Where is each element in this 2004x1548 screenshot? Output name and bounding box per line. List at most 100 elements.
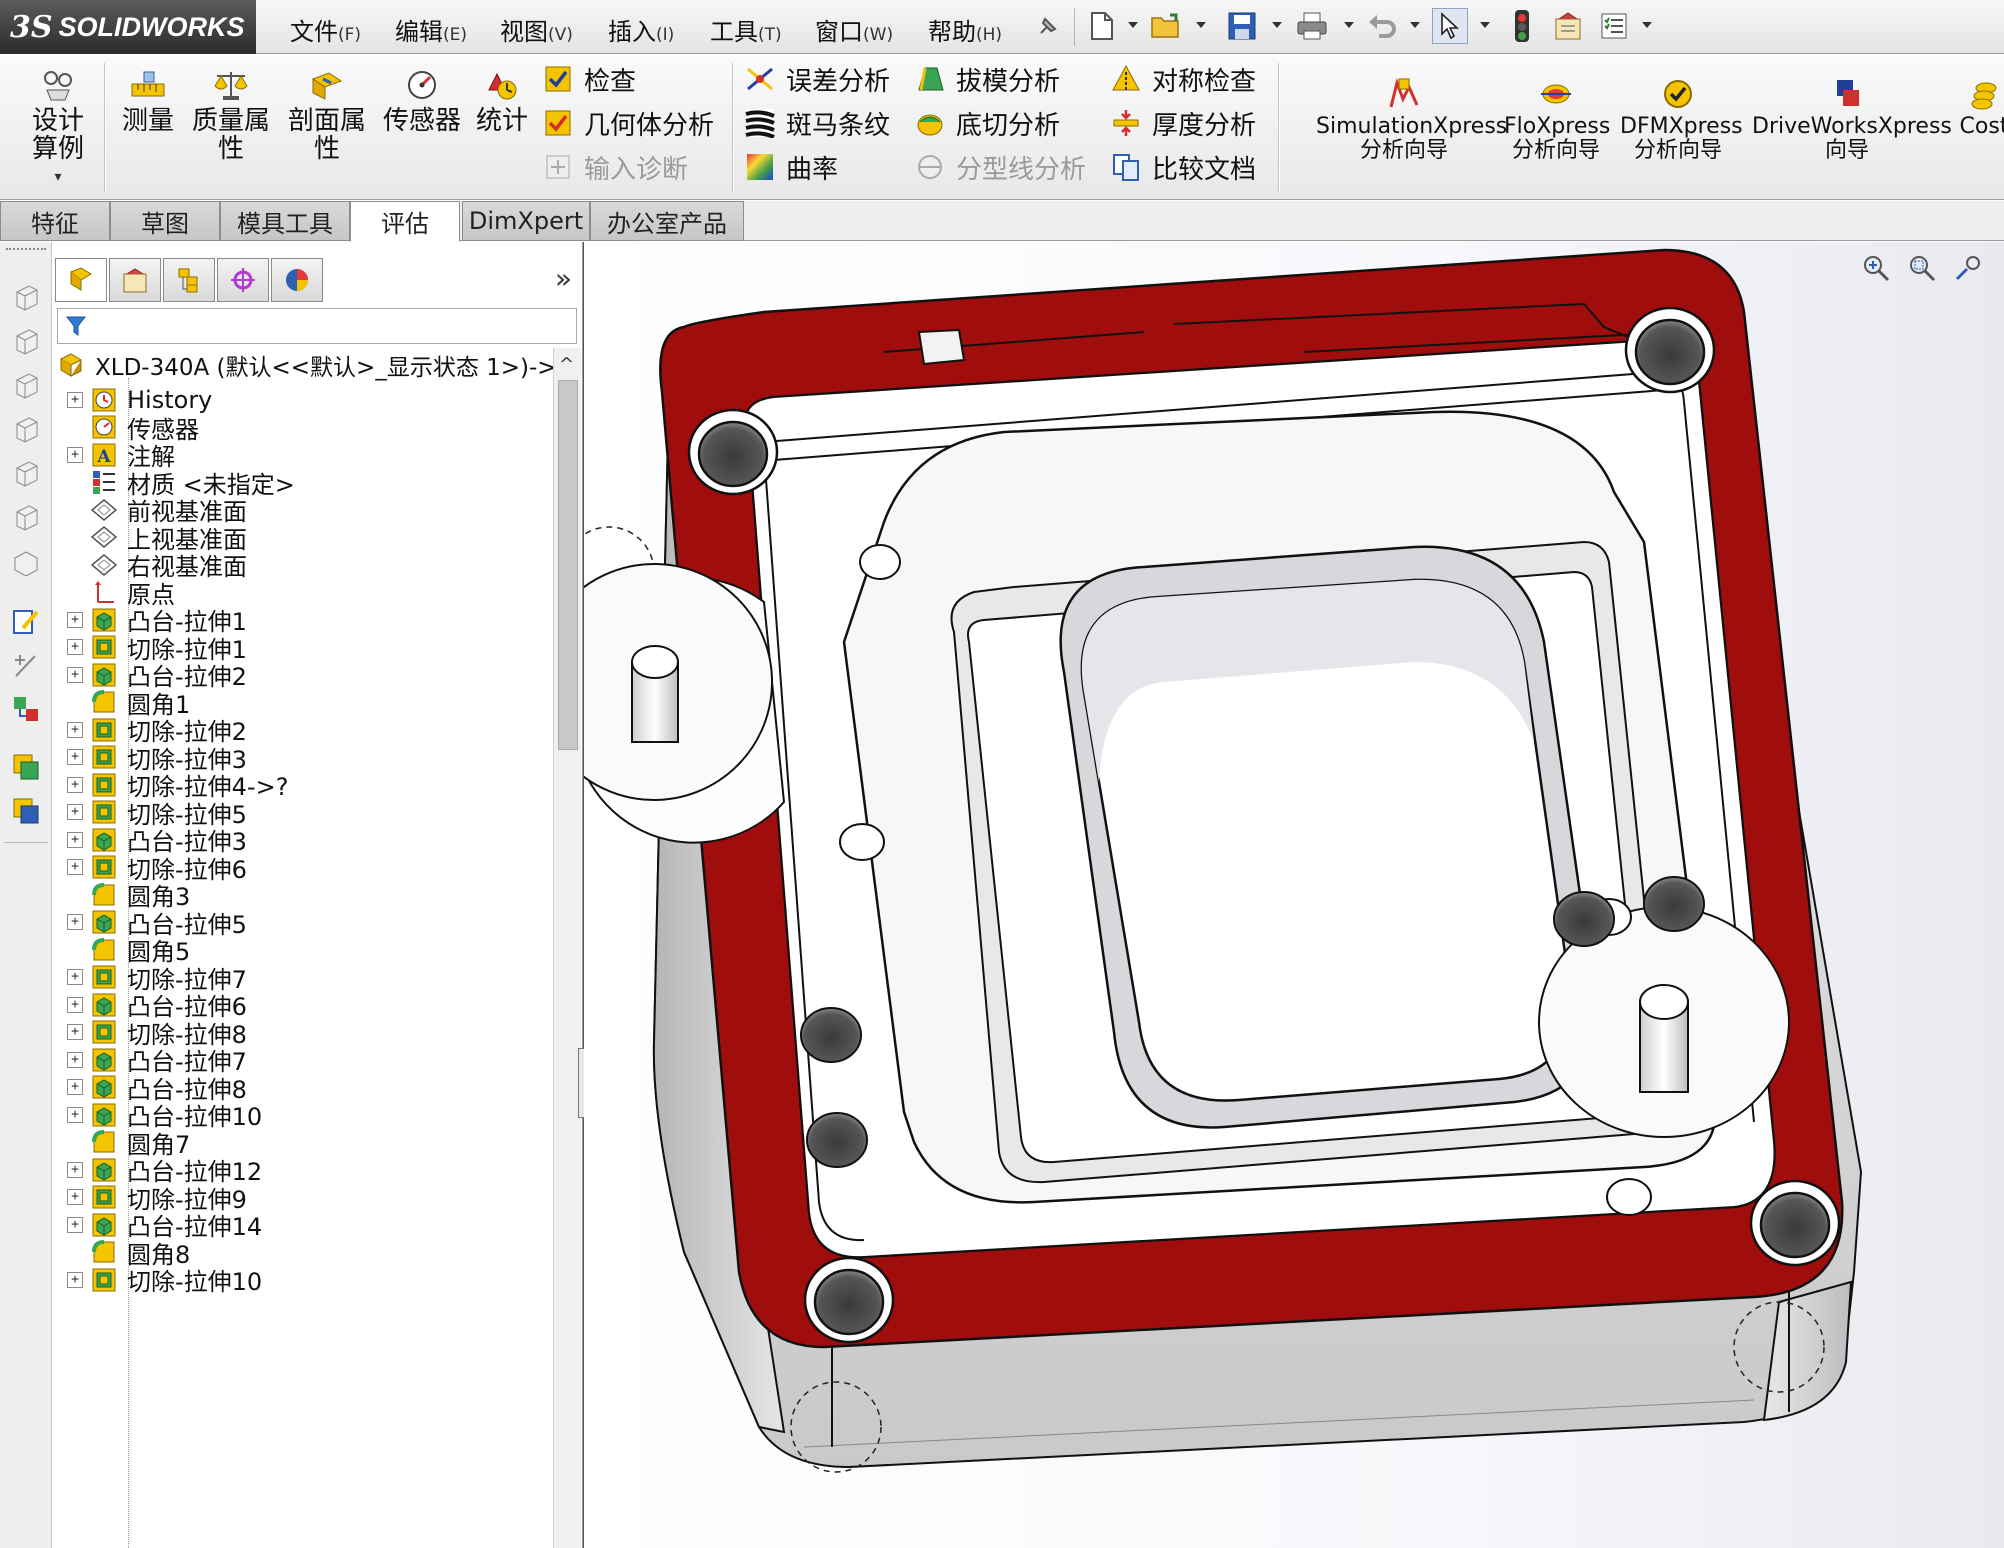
expand-toggle-icon[interactable]: +: [67, 1216, 83, 1233]
propertymanager-tab[interactable]: [109, 258, 161, 302]
new-dropdown[interactable]: [1128, 22, 1138, 28]
deviation-analysis-button[interactable]: 误差分析: [744, 59, 890, 99]
simulationxpress-button[interactable]: SimulationXpress 分析向导: [1316, 75, 1507, 163]
tree-scrollbar[interactable]: ^: [553, 348, 581, 1548]
rebuild-traffic-light-icon[interactable]: [1504, 8, 1540, 44]
view-front-icon[interactable]: [9, 280, 43, 314]
expand-toggle-icon[interactable]: +: [67, 804, 83, 820]
menu-file[interactable]: 文件(F): [290, 12, 361, 47]
more-tabs-chevron-icon[interactable]: »: [555, 262, 572, 295]
options-dropdown[interactable]: [1642, 22, 1652, 28]
undo-dropdown[interactable]: [1410, 22, 1420, 28]
expand-toggle-icon[interactable]: +: [67, 1051, 83, 1068]
expand-toggle-icon[interactable]: +: [67, 721, 83, 738]
expand-toggle-icon[interactable]: +: [67, 831, 83, 848]
menu-help[interactable]: 帮助(H): [928, 12, 1002, 47]
expand-toggle-icon[interactable]: +: [67, 1189, 83, 1205]
costing-button[interactable]: Cost: [1954, 75, 2004, 139]
expand-toggle-icon[interactable]: +: [67, 749, 83, 765]
expand-toggle-icon[interactable]: +: [67, 391, 83, 408]
design-study-button[interactable]: 设计算例 ▾: [18, 65, 98, 191]
driveworksxpress-button[interactable]: DriveWorksXpress 向导: [1752, 75, 1952, 163]
statistics-button[interactable]: 统计: [472, 65, 532, 135]
view-isometric-icon[interactable]: [9, 544, 43, 578]
print-dropdown[interactable]: [1344, 22, 1354, 28]
view-right-icon[interactable]: [9, 412, 43, 446]
parting-line-analysis-button[interactable]: 分型线分析: [914, 147, 1086, 187]
displaymanager-tab[interactable]: [271, 258, 323, 302]
save-dropdown[interactable]: [1272, 22, 1282, 28]
featuremanager-tab[interactable]: [55, 258, 107, 302]
expand-toggle-icon[interactable]: +: [67, 446, 83, 463]
zebra-stripes-button[interactable]: 斑马条纹: [744, 103, 890, 143]
mass-properties-button[interactable]: 质量属性: [188, 65, 274, 163]
scrollbar-thumb[interactable]: [558, 380, 578, 750]
dfmxpress-button[interactable]: DFMXpress 分析向导: [1620, 75, 1743, 163]
expand-toggle-icon[interactable]: +: [67, 1106, 83, 1123]
check-button[interactable]: 检查: [542, 59, 636, 99]
section-properties-button[interactable]: 剖面属性: [284, 65, 370, 163]
menu-tools[interactable]: 工具(T): [710, 12, 782, 47]
undercut-analysis-button[interactable]: 底切分析: [914, 103, 1060, 143]
expand-toggle-icon[interactable]: +: [67, 1161, 83, 1178]
compare-documents-button[interactable]: 比较文档: [1110, 147, 1256, 187]
symmetry-check-button[interactable]: 对称检查: [1110, 59, 1256, 99]
print-icon[interactable]: [1294, 8, 1330, 44]
solidworks-logo[interactable]: 3S SOLIDWORKS: [0, 0, 256, 54]
tree-node[interactable]: + 切除-拉伸10: [67, 1262, 262, 1297]
thickness-analysis-button[interactable]: 厚度分析: [1110, 103, 1256, 143]
sketch-edit-icon[interactable]: [9, 604, 43, 638]
file-properties-icon[interactable]: [1550, 8, 1586, 44]
sensor-button[interactable]: 传感器: [380, 65, 464, 135]
tab-mold-tools[interactable]: 模具工具: [220, 201, 350, 241]
open-dropdown[interactable]: [1196, 22, 1206, 28]
expand-toggle-icon[interactable]: +: [67, 639, 83, 655]
tab-features[interactable]: 特征: [0, 201, 110, 241]
tree-root-part[interactable]: XLD-340A (默认<<默认>_显示状态 1>)->: [57, 348, 553, 382]
dimxpertmanager-tab[interactable]: [217, 258, 269, 302]
expand-toggle-icon[interactable]: +: [67, 1024, 83, 1040]
layers-icon[interactable]: [9, 750, 43, 784]
menu-edit[interactable]: 编辑(E): [395, 12, 467, 47]
view-back-icon[interactable]: [9, 324, 43, 358]
menu-view[interactable]: 视图(V): [500, 12, 573, 47]
relations-icon[interactable]: [9, 692, 43, 726]
menu-insert[interactable]: 插入(I): [608, 12, 674, 47]
menu-window[interactable]: 窗口(W): [815, 12, 893, 47]
view-bottom-icon[interactable]: [9, 500, 43, 534]
new-document-icon[interactable]: [1084, 8, 1120, 44]
expand-toggle-icon[interactable]: +: [67, 611, 83, 628]
scroll-up-arrow-icon[interactable]: ^: [559, 354, 574, 375]
tree-filter-input[interactable]: [57, 308, 577, 344]
expand-toggle-icon[interactable]: +: [67, 1271, 83, 1288]
options-list-icon[interactable]: [1596, 8, 1632, 44]
save-icon[interactable]: [1224, 8, 1260, 44]
configurationmanager-tab[interactable]: [163, 258, 215, 302]
geometry-analysis-button[interactable]: 几何体分析: [542, 103, 714, 143]
tab-dimxpert[interactable]: DimXpert: [462, 201, 590, 241]
expand-toggle-icon[interactable]: +: [67, 666, 83, 683]
graphics-area[interactable]: [584, 242, 2004, 1548]
select-dropdown[interactable]: [1480, 22, 1490, 28]
open-folder-icon[interactable]: [1148, 8, 1184, 44]
part-model-viewport[interactable]: [584, 242, 2004, 1548]
design-library-icon[interactable]: [9, 794, 43, 828]
tab-office-products[interactable]: 办公室产品: [590, 201, 744, 241]
measure-button[interactable]: 测量: [118, 65, 178, 135]
expand-toggle-icon[interactable]: +: [67, 914, 83, 930]
view-top-icon[interactable]: [9, 456, 43, 490]
pin-icon[interactable]: [1030, 8, 1066, 44]
expand-toggle-icon[interactable]: +: [67, 859, 83, 875]
curvature-button[interactable]: 曲率: [744, 147, 838, 187]
floxpress-button[interactable]: FloXpress 分析向导: [1504, 75, 1610, 163]
tab-evaluate[interactable]: 评估: [350, 201, 460, 242]
draft-analysis-button[interactable]: 拔模分析: [914, 59, 1060, 99]
select-cursor-icon[interactable]: [1432, 8, 1468, 44]
tab-sketch[interactable]: 草图: [110, 201, 220, 241]
view-left-icon[interactable]: [9, 368, 43, 402]
expand-toggle-icon[interactable]: +: [67, 776, 83, 793]
undo-icon[interactable]: [1364, 8, 1400, 44]
expand-toggle-icon[interactable]: +: [67, 969, 83, 985]
import-diagnostics-button[interactable]: 输入诊断: [542, 147, 688, 187]
expand-toggle-icon[interactable]: +: [67, 1079, 83, 1095]
